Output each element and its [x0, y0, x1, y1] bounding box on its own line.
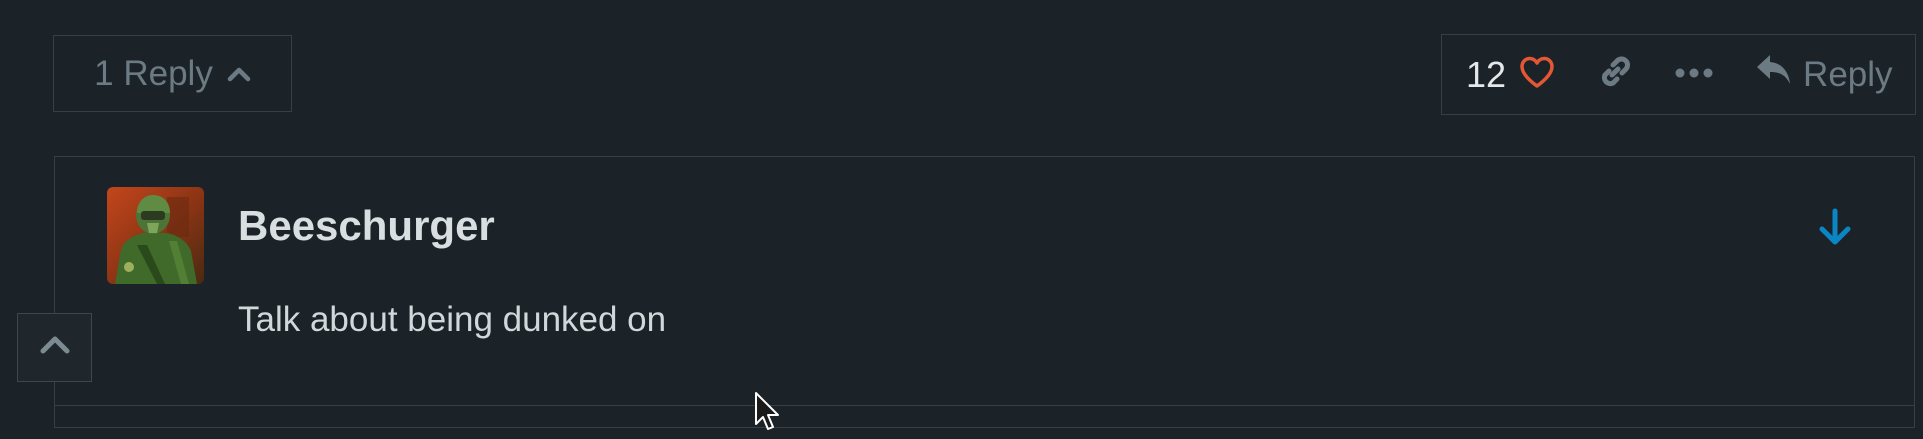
copy-link-button[interactable] [1596, 53, 1634, 96]
post-thread: 1 Reply 12 Reply Beeschurger Talk about … [0, 0, 1923, 439]
more-actions-button[interactable] [1675, 66, 1713, 84]
replies-toggle-label: 1 Reply [94, 53, 213, 93]
post-actions: 12 Reply [1441, 34, 1916, 115]
avatar[interactable] [107, 187, 204, 284]
ellipsis-icon [1675, 66, 1713, 84]
chevron-up-icon [227, 66, 251, 82]
like-button[interactable]: 12 [1466, 54, 1556, 96]
show-replies-button[interactable]: 1 Reply [53, 35, 292, 112]
reply-arrow-icon [1755, 53, 1793, 96]
reply-post: Beeschurger Talk about being dunked on [54, 156, 1915, 406]
next-post-divider [54, 406, 1915, 428]
chevron-up-icon [40, 335, 70, 360]
post-body: Talk about being dunked on [238, 300, 667, 339]
link-icon [1596, 53, 1634, 96]
scroll-to-top-button[interactable] [17, 313, 92, 382]
reply-button[interactable]: Reply [1755, 53, 1893, 96]
username[interactable]: Beeschurger [238, 202, 495, 250]
like-count: 12 [1466, 53, 1507, 95]
arrow-down-icon [1817, 207, 1853, 247]
heart-icon [1518, 55, 1556, 94]
reply-button-label: Reply [1803, 54, 1893, 94]
jump-to-post-button[interactable] [1817, 207, 1853, 247]
